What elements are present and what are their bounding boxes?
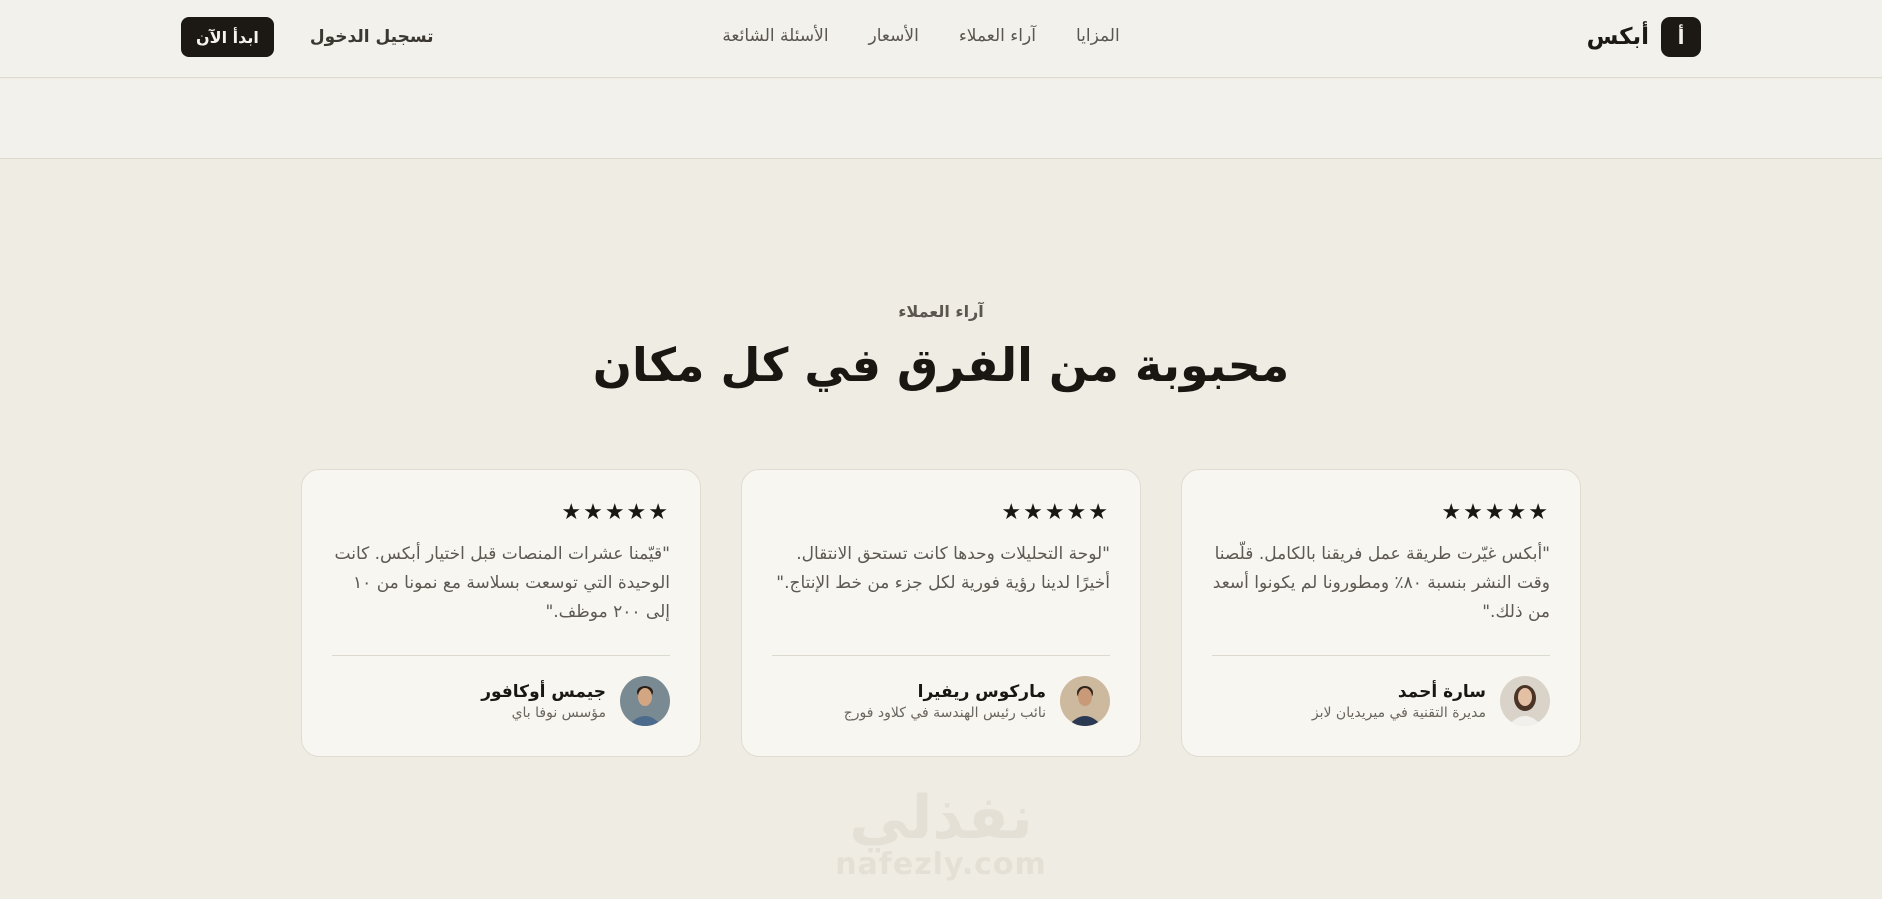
author-role: مؤسس نوفا باي <box>511 704 606 721</box>
testimonial-author: جيمس أوكافور مؤسس نوفا باي <box>481 676 670 726</box>
author-name: سارة أحمد <box>1397 681 1486 702</box>
start-now-button[interactable]: ابدأ الآن <box>181 17 274 57</box>
watermark: نفذلي nafezly.com <box>0 786 1882 880</box>
avatar <box>620 676 670 726</box>
star-rating-icon: ★★★★★ <box>1001 500 1110 525</box>
author-role: مديرة التقنية في ميريديان لابز <box>1311 704 1486 721</box>
star-rating-icon: ★★★★★ <box>561 500 670 525</box>
testimonial-card: ★★★★★ "لوحة التحليلات وحدها كانت تستحق ا… <box>741 469 1141 757</box>
watermark-arabic: نفذلي <box>849 783 1033 853</box>
author-name: جيمس أوكافور <box>481 681 606 702</box>
login-button[interactable]: تسجيل الدخول <box>310 27 434 47</box>
testimonial-quote: "قيّمنا عشرات المنصات قبل اختيار أبكس. ك… <box>334 544 670 622</box>
avatar <box>1060 676 1110 726</box>
testimonial-card: ★★★★★ "قيّمنا عشرات المنصات قبل اختيار أ… <box>301 469 701 757</box>
header-actions: ابدأ الآن تسجيل الدخول <box>181 17 434 57</box>
nav-item-features[interactable]: المزايا <box>1076 26 1120 46</box>
testimonial-quote: "لوحة التحليلات وحدها كانت تستحق الانتقا… <box>776 544 1110 593</box>
card-divider <box>1212 655 1550 656</box>
site-header: أ أبكس المزايا آراء العملاء الأسعار الأس… <box>0 0 1882 78</box>
testimonial-author: ماركوس ريفيرا نائب رئيس الهندسة في كلاود… <box>844 676 1110 726</box>
section-title: محبوبة من الفرق في كل مكان <box>592 338 1290 392</box>
testimonial-cards: ★★★★★ "أبكس غيّرت طريقة عمل فريقنا بالكا… <box>301 469 1581 757</box>
nav-item-testimonials[interactable]: آراء العملاء <box>959 26 1036 46</box>
section-eyebrow: آراء العملاء <box>898 302 984 321</box>
testimonial-quote: "أبكس غيّرت طريقة عمل فريقنا بالكامل. قل… <box>1212 544 1550 622</box>
watermark-latin: nafezly.com <box>835 847 1047 882</box>
card-divider <box>772 655 1110 656</box>
testimonial-author: سارة أحمد مديرة التقنية في ميريديان لابز <box>1312 676 1550 726</box>
avatar <box>1500 676 1550 726</box>
author-role: نائب رئيس الهندسة في كلاود فورج <box>843 704 1046 721</box>
testimonial-card: ★★★★★ "أبكس غيّرت طريقة عمل فريقنا بالكا… <box>1181 469 1581 757</box>
header-subbar <box>0 79 1882 159</box>
card-divider <box>332 655 670 656</box>
nav-item-faq[interactable]: الأسئلة الشائعة <box>722 26 828 46</box>
nav-item-pricing[interactable]: الأسعار <box>869 26 919 46</box>
star-rating-icon: ★★★★★ <box>1441 500 1550 525</box>
author-name: ماركوس ريفيرا <box>917 681 1046 702</box>
